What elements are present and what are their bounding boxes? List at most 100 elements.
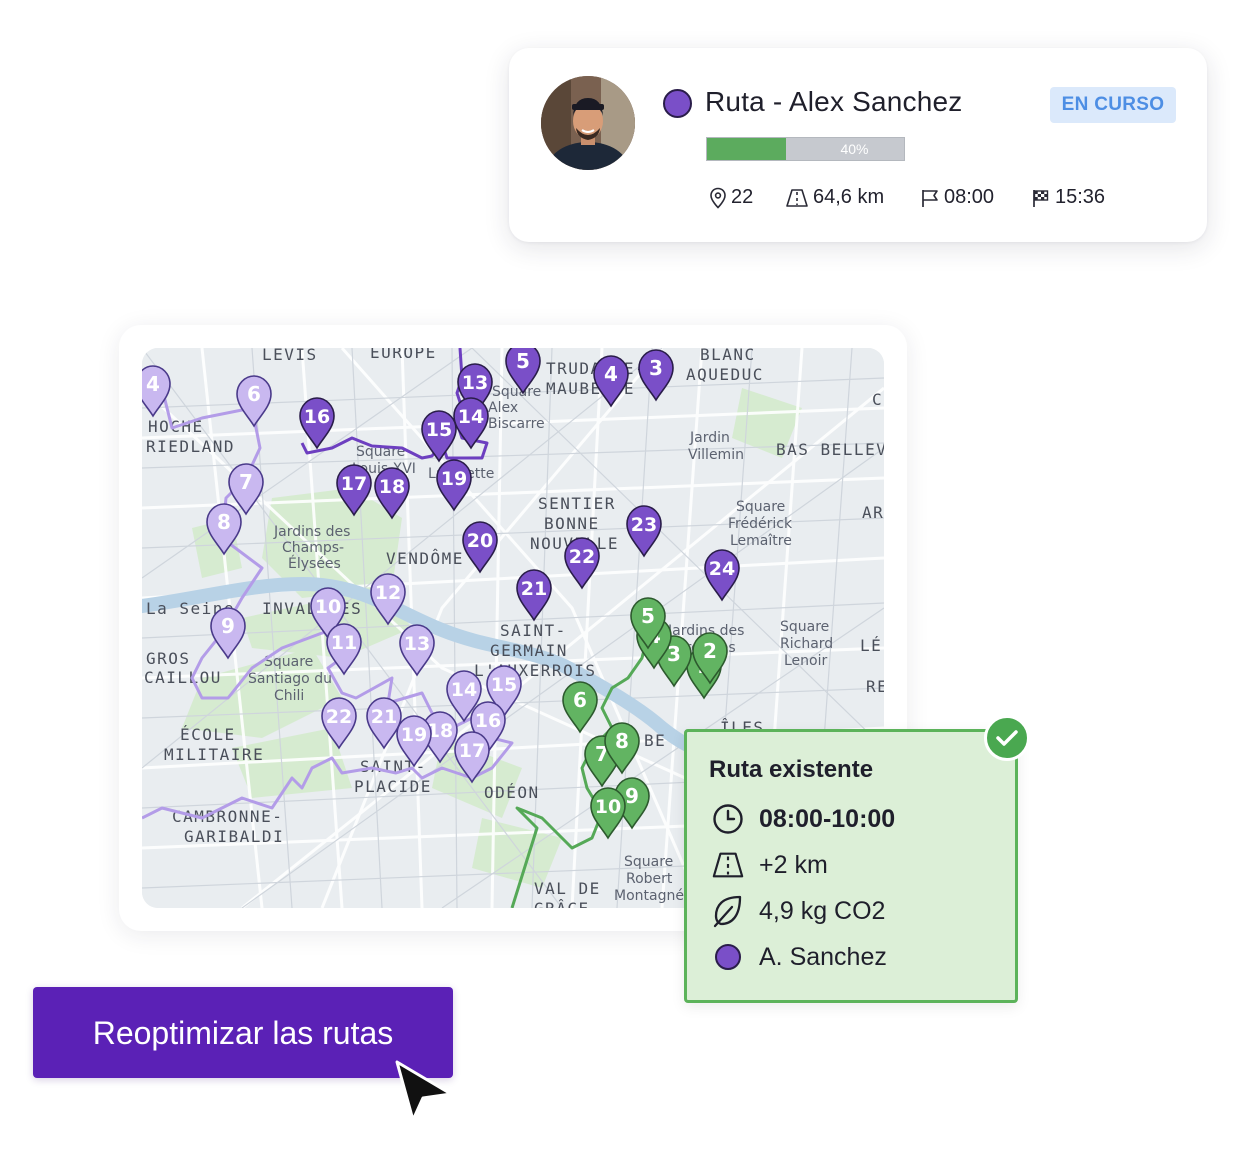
popup-co2: 4,9 kg CO2 <box>759 896 886 925</box>
road-icon <box>786 188 808 207</box>
pin-number: 5 <box>641 604 655 628</box>
pin-number: 22 <box>569 546 595 568</box>
popup-driver-row: A. Sanchez <box>711 940 887 974</box>
pin-number: 10 <box>315 596 341 618</box>
place-label: Villemin <box>688 447 744 463</box>
district-label: VAL DE <box>534 879 601 898</box>
district-label: BLANC <box>700 348 756 364</box>
existing-route-popup: Ruta existente 08:00-10:00 +2 km 4,9 kg … <box>684 729 1018 1003</box>
district-label: ÉCOLE <box>180 725 236 744</box>
pin-number: 6 <box>247 382 261 406</box>
district-label: RE <box>866 677 884 696</box>
pin-number: 12 <box>375 582 401 604</box>
district-label: BAS BELLEVILLE <box>776 440 884 459</box>
route-color-dot <box>663 89 692 118</box>
district-label: GERMAIN <box>490 641 568 660</box>
place-label: Richard <box>780 636 833 652</box>
progress-label: 40% <box>840 141 869 157</box>
pin-number: 24 <box>709 558 735 580</box>
pin-number: 15 <box>491 674 517 696</box>
mouse-cursor-icon <box>395 1060 453 1122</box>
flag-icon <box>922 189 938 207</box>
district-label: RIEDLAND <box>146 437 235 456</box>
district-label: AQUEDUC <box>686 365 764 384</box>
stat-start-time: 08:00 <box>920 186 994 209</box>
status-badge: EN CURSO <box>1050 87 1176 123</box>
stat-stops-value: 22 <box>731 186 754 208</box>
pin-number: 7 <box>239 470 253 494</box>
stat-distance-value: 64,6 km <box>813 186 885 208</box>
pin-number: 19 <box>401 724 427 746</box>
pin-number: 8 <box>217 510 231 534</box>
place-label: Square <box>780 619 829 635</box>
place-label: Élysées <box>288 555 341 572</box>
popup-time-row: 08:00-10:00 <box>711 802 895 836</box>
pin-number: 21 <box>371 706 397 728</box>
district-label: PLACIDE <box>354 777 432 796</box>
district-label: SAINT- <box>500 621 567 640</box>
place-label: Alex <box>488 400 518 416</box>
place-label: Chili <box>274 688 304 704</box>
leaf-icon <box>711 894 745 928</box>
pin-number: 11 <box>331 632 357 654</box>
popup-co2-row: 4,9 kg CO2 <box>711 894 885 928</box>
pin-number: 2 <box>703 639 717 663</box>
pin-number: 19 <box>441 468 467 490</box>
pin-number: 20 <box>467 530 493 552</box>
route-card: Ruta - Alex Sanchez EN CURSO 40% 22 64,6… <box>509 48 1207 242</box>
pin-number: 16 <box>475 710 501 732</box>
route-title: Ruta - Alex Sanchez <box>705 86 963 117</box>
district-label: BE <box>644 731 666 750</box>
district-label: VENDÔME <box>386 549 464 568</box>
district-label: MILITAIRE <box>164 745 264 764</box>
popup-driver: A. Sanchez <box>759 942 887 971</box>
district-label: SENTIER <box>538 494 616 513</box>
district-label: GROS <box>146 649 191 668</box>
location-pin-icon <box>710 187 726 209</box>
place-label: Frédérick <box>728 516 793 532</box>
district-label: LEVIS <box>262 348 318 364</box>
place-label: Montagné <box>614 888 684 904</box>
pin-number: 3 <box>649 356 663 380</box>
popup-distance-row: +2 km <box>711 848 828 882</box>
pin-number: 5 <box>516 349 530 373</box>
checkmark-icon <box>984 715 1030 761</box>
pin-number: 15 <box>426 419 452 441</box>
pin-number: 13 <box>462 372 488 394</box>
place-label: Champs- <box>282 540 344 556</box>
district-label: ARSENAL <box>862 503 884 522</box>
stat-distance: 64,6 km <box>785 186 884 209</box>
driver-color-dot <box>715 944 741 970</box>
district-label: CAMBRONNE- <box>172 807 283 826</box>
place-label: Santiago du <box>248 671 332 687</box>
pin-number: 17 <box>341 473 367 495</box>
district-label: BONNE <box>544 514 600 533</box>
district-label: CAILLOU <box>144 668 222 687</box>
popup-time-window: 08:00-10:00 <box>759 804 896 833</box>
driver-avatar <box>541 76 635 170</box>
pin-number: 8 <box>615 729 629 753</box>
pin-number: 22 <box>326 706 352 728</box>
route-progress-bar: 40% <box>706 137 905 161</box>
pin-number: 17 <box>459 740 485 762</box>
pin-number: 9 <box>221 614 235 638</box>
stat-end-time-value: 15:36 <box>1055 186 1106 208</box>
place-label: Biscarre <box>488 416 545 432</box>
pin-number: 14 <box>451 679 477 701</box>
place-label: Robert <box>626 871 673 887</box>
pin-number: 16 <box>304 406 330 428</box>
pin-number: 10 <box>595 796 621 818</box>
place-label: Square <box>624 854 673 870</box>
reoptimize-routes-button[interactable]: Reoptimizar las rutas <box>33 987 453 1078</box>
stat-stops: 22 <box>709 186 753 209</box>
popup-extra-distance: +2 km <box>759 850 828 879</box>
place-label: Jardins des <box>273 524 350 540</box>
checkered-flag-icon <box>1033 189 1049 207</box>
district-label: C <box>872 390 883 409</box>
place-label: Jardin <box>689 430 730 446</box>
pin-number: 14 <box>458 406 484 428</box>
place-label: Lemaître <box>730 533 792 549</box>
district-label: ODÉON <box>484 783 540 802</box>
stat-start-time-value: 08:00 <box>944 186 995 208</box>
pin-number: 18 <box>379 476 405 498</box>
